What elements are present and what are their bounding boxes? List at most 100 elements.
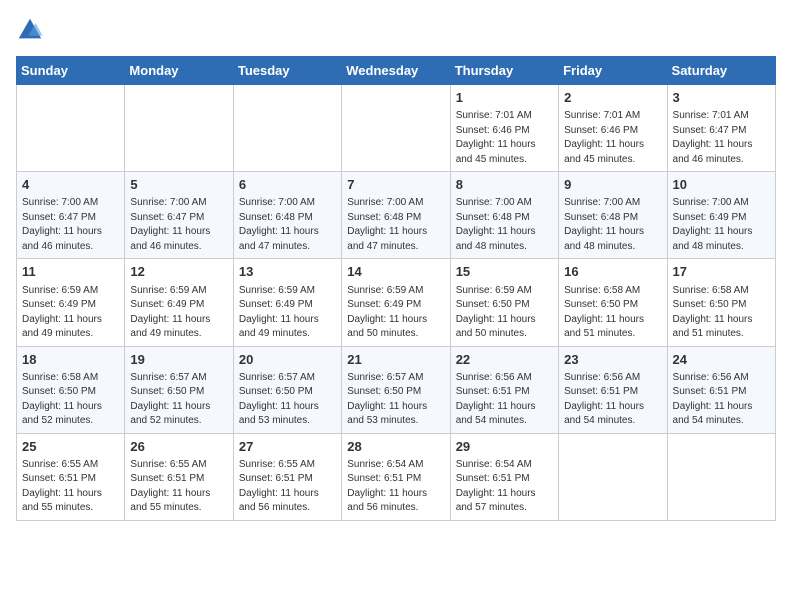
calendar-cell: 17 Sunrise: 6:58 AM Sunset: 6:50 PM Dayli… (667, 259, 775, 346)
day-info: Sunrise: 6:58 AM Sunset: 6:50 PM Dayligh… (564, 284, 661, 342)
weekday-header-monday: Monday (125, 57, 233, 85)
calendar-table: SundayMondayTuesdayWednesdayThursdayFrid… (16, 56, 776, 521)
calendar-cell: 8 Sunrise: 7:00 AM Sunset: 6:48 PM Daylig… (450, 172, 558, 259)
logo (16, 16, 48, 44)
day-info: Sunrise: 7:00 AM Sunset: 6:47 PM Dayligh… (22, 196, 119, 254)
day-info: Sunrise: 6:59 AM Sunset: 6:50 PM Dayligh… (456, 284, 553, 342)
weekday-header-tuesday: Tuesday (233, 57, 341, 85)
calendar-cell: 29 Sunrise: 6:54 AM Sunset: 6:51 PM Dayli… (450, 433, 558, 520)
day-number: 1 (456, 89, 553, 107)
day-number: 17 (673, 263, 770, 281)
calendar-cell: 19 Sunrise: 6:57 AM Sunset: 6:50 PM Dayli… (125, 346, 233, 433)
calendar-cell: 1Sunrise: 7:01 AM Sunset: 6:46 PM Daylig… (450, 85, 558, 172)
day-number: 2 (564, 89, 661, 107)
day-info: Sunrise: 6:59 AM Sunset: 6:49 PM Dayligh… (22, 284, 119, 342)
day-number: 24 (673, 351, 770, 369)
day-number: 7 (347, 176, 444, 194)
day-info: Sunrise: 6:59 AM Sunset: 6:49 PM Dayligh… (239, 284, 336, 342)
calendar-cell (342, 85, 450, 172)
day-info: Sunrise: 7:00 AM Sunset: 6:47 PM Dayligh… (130, 196, 227, 254)
day-info: Sunrise: 6:59 AM Sunset: 6:49 PM Dayligh… (347, 284, 444, 342)
day-info: Sunrise: 7:01 AM Sunset: 6:46 PM Dayligh… (564, 109, 661, 167)
day-info: Sunrise: 7:01 AM Sunset: 6:47 PM Dayligh… (673, 109, 770, 167)
day-info: Sunrise: 6:55 AM Sunset: 6:51 PM Dayligh… (239, 458, 336, 516)
calendar-cell: 12 Sunrise: 6:59 AM Sunset: 6:49 PM Dayli… (125, 259, 233, 346)
calendar-cell (667, 433, 775, 520)
calendar-cell: 6 Sunrise: 7:00 AM Sunset: 6:48 PM Daylig… (233, 172, 341, 259)
weekday-header-thursday: Thursday (450, 57, 558, 85)
day-number: 9 (564, 176, 661, 194)
weekday-header-wednesday: Wednesday (342, 57, 450, 85)
calendar-cell: 26 Sunrise: 6:55 AM Sunset: 6:51 PM Dayli… (125, 433, 233, 520)
day-number: 26 (130, 438, 227, 456)
weekday-header-sunday: Sunday (17, 57, 125, 85)
calendar-week-2: 4Sunrise: 7:00 AM Sunset: 6:47 PM Daylig… (17, 172, 776, 259)
calendar-week-4: 18 Sunrise: 6:58 AM Sunset: 6:50 PM Dayli… (17, 346, 776, 433)
calendar-cell (125, 85, 233, 172)
calendar-cell: 13 Sunrise: 6:59 AM Sunset: 6:49 PM Dayli… (233, 259, 341, 346)
day-number: 12 (130, 263, 227, 281)
day-number: 21 (347, 351, 444, 369)
calendar-cell: 24 Sunrise: 6:56 AM Sunset: 6:51 PM Dayli… (667, 346, 775, 433)
calendar-cell (17, 85, 125, 172)
calendar-cell: 27 Sunrise: 6:55 AM Sunset: 6:51 PM Dayli… (233, 433, 341, 520)
calendar-cell: 22Sunrise: 6:56 AM Sunset: 6:51 PM Dayli… (450, 346, 558, 433)
calendar-cell: 23 Sunrise: 6:56 AM Sunset: 6:51 PM Dayli… (559, 346, 667, 433)
day-number: 18 (22, 351, 119, 369)
day-number: 20 (239, 351, 336, 369)
day-info: Sunrise: 6:57 AM Sunset: 6:50 PM Dayligh… (130, 371, 227, 429)
day-number: 19 (130, 351, 227, 369)
day-info: Sunrise: 6:55 AM Sunset: 6:51 PM Dayligh… (130, 458, 227, 516)
calendar-week-3: 11 Sunrise: 6:59 AM Sunset: 6:49 PM Dayli… (17, 259, 776, 346)
day-info: Sunrise: 6:58 AM Sunset: 6:50 PM Dayligh… (673, 284, 770, 342)
day-number: 23 (564, 351, 661, 369)
day-info: Sunrise: 6:59 AM Sunset: 6:49 PM Dayligh… (130, 284, 227, 342)
calendar-cell: 5 Sunrise: 7:00 AM Sunset: 6:47 PM Daylig… (125, 172, 233, 259)
calendar-week-1: 1 Sunrise: 7:01 AM Sunset: 6:46 PM Daylig… (17, 85, 776, 172)
day-info: Sunrise: 6:58 AM Sunset: 6:50 PM Dayligh… (22, 371, 119, 429)
weekday-header-row: SundayMondayTuesdayWednesdayThursdayFrid… (17, 57, 776, 85)
day-number: 14 (347, 263, 444, 281)
day-info: Sunrise: 6:55 AM Sunset: 6:51 PM Dayligh… (22, 458, 119, 516)
calendar-cell: 25 Sunrise: 6:55 AM Sunset: 6:51 PM Dayli… (17, 433, 125, 520)
day-number: 27 (239, 438, 336, 456)
logo-icon (16, 16, 44, 44)
day-number: 11 (22, 263, 119, 281)
weekday-header-friday: Friday (559, 57, 667, 85)
calendar-cell: 2 Sunrise: 7:01 AM Sunset: 6:46 PM Daylig… (559, 85, 667, 172)
day-number: 8 (456, 176, 553, 194)
day-info: Sunrise: 7:00 AM Sunset: 6:48 PM Dayligh… (564, 196, 661, 254)
day-info: Sunrise: 6:57 AM Sunset: 6:50 PM Dayligh… (239, 371, 336, 429)
day-number: 15 (456, 263, 553, 281)
calendar-cell: 14 Sunrise: 6:59 AM Sunset: 6:49 PM Dayli… (342, 259, 450, 346)
calendar-cell: 3 Sunrise: 7:01 AM Sunset: 6:47 PM Daylig… (667, 85, 775, 172)
calendar-cell: 18 Sunrise: 6:58 AM Sunset: 6:50 PM Dayli… (17, 346, 125, 433)
day-info: Sunrise: 6:56 AM Sunset: 6:51 PM Dayligh… (564, 371, 661, 429)
day-number: 5 (130, 176, 227, 194)
calendar-cell (233, 85, 341, 172)
day-info: Sunrise: 7:00 AM Sunset: 6:48 PM Dayligh… (239, 196, 336, 254)
day-number: 10 (673, 176, 770, 194)
day-number: 28 (347, 438, 444, 456)
day-info: Sunrise: 7:00 AM Sunset: 6:48 PM Dayligh… (347, 196, 444, 254)
calendar-week-5: 25 Sunrise: 6:55 AM Sunset: 6:51 PM Dayli… (17, 433, 776, 520)
day-info: Sunrise: 6:54 AM Sunset: 6:51 PM Dayligh… (347, 458, 444, 516)
day-number: 3 (673, 89, 770, 107)
day-info: Sunrise: 6:54 AM Sunset: 6:51 PM Dayligh… (456, 458, 553, 516)
day-number: 13 (239, 263, 336, 281)
day-number: 6 (239, 176, 336, 194)
weekday-header-saturday: Saturday (667, 57, 775, 85)
day-number: 29 (456, 438, 553, 456)
day-number: 25 (22, 438, 119, 456)
calendar-cell: 10 Sunrise: 7:00 AM Sunset: 6:49 PM Dayli… (667, 172, 775, 259)
calendar-cell: 28 Sunrise: 6:54 AM Sunset: 6:51 PM Dayli… (342, 433, 450, 520)
day-info: Sunrise: 6:57 AM Sunset: 6:50 PM Dayligh… (347, 371, 444, 429)
day-info: Sunrise: 7:00 AM Sunset: 6:48 PM Dayligh… (456, 196, 553, 254)
day-info: Sunrise: 6:56 AM Sunset: 6:51 PM Dayligh… (673, 371, 770, 429)
calendar-cell: 15 Sunrise: 6:59 AM Sunset: 6:50 PM Dayli… (450, 259, 558, 346)
day-info: Sunrise: 6:56 AM Sunset: 6:51 PM Dayligh… (456, 371, 553, 429)
calendar-cell: 9 Sunrise: 7:00 AM Sunset: 6:48 PM Daylig… (559, 172, 667, 259)
day-info: Sunrise: 7:00 AM Sunset: 6:49 PM Dayligh… (673, 196, 770, 254)
calendar-cell: 7 Sunrise: 7:00 AM Sunset: 6:48 PM Daylig… (342, 172, 450, 259)
calendar-cell: 16Sunrise: 6:58 AM Sunset: 6:50 PM Dayli… (559, 259, 667, 346)
